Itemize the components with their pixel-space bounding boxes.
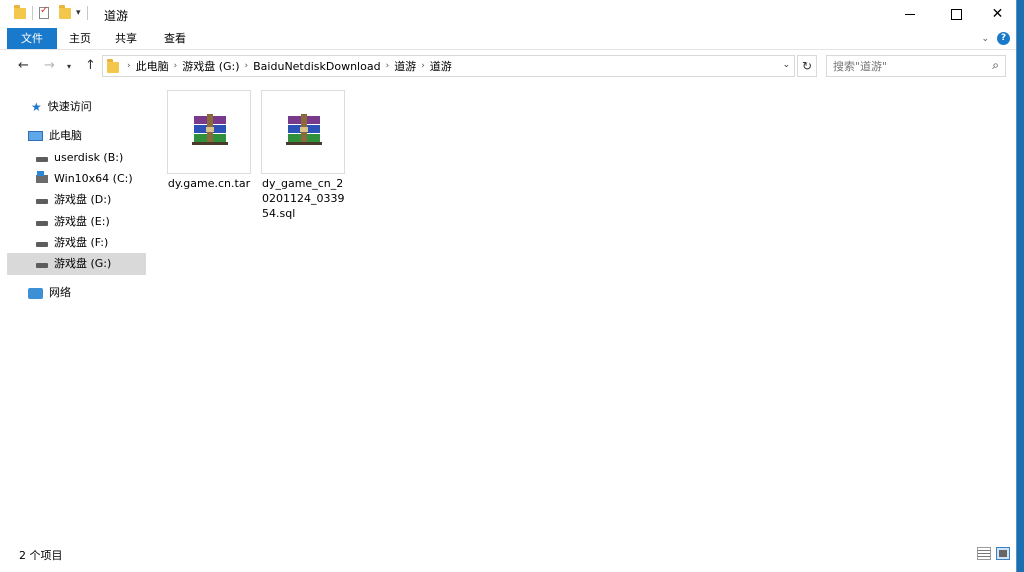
- drive-icon: [36, 220, 48, 226]
- minimize-icon: [905, 13, 915, 15]
- breadcrumb-this-pc[interactable]: 此电脑: [136, 58, 169, 74]
- ribbon-right-controls: ⌄ ?: [981, 32, 1010, 45]
- customize-toolbar-dropdown-icon[interactable]: ▾: [76, 8, 81, 18]
- file-name: dy.game.cn.tar: [167, 177, 251, 190]
- tab-file[interactable]: 文件: [7, 28, 57, 49]
- forward-arrow-icon[interactable]: →: [44, 58, 55, 73]
- search-icon[interactable]: ⌕: [992, 58, 999, 73]
- nav-item-label: 此电脑: [49, 129, 82, 142]
- title-bar: ▾ 道游 ✕: [0, 0, 1016, 28]
- breadcrumb-separator-icon[interactable]: ›: [174, 61, 178, 71]
- tab-share[interactable]: 共享: [108, 28, 144, 49]
- minimize-button[interactable]: [887, 0, 933, 28]
- up-arrow-icon[interactable]: ↑: [85, 58, 96, 73]
- toolbar-divider: [86, 6, 88, 20]
- navigation-pane: ★ 快速访问 此电脑 userdisk (B:) Win10x64 (C:) 游…: [7, 88, 147, 543]
- breadcrumb-separator-icon[interactable]: ›: [421, 61, 425, 71]
- details-view-button[interactable]: [977, 547, 991, 560]
- computer-icon: [28, 131, 43, 141]
- help-icon[interactable]: ?: [997, 32, 1010, 45]
- maximize-icon: [950, 8, 962, 20]
- file-item[interactable]: dy_game_cn_20201124_033954.sql: [260, 90, 346, 221]
- drive-icon: [36, 262, 48, 268]
- search-box[interactable]: ⌕: [826, 55, 1006, 77]
- nav-item-network[interactable]: 网络: [7, 282, 167, 304]
- quick-access-toolbar: ▾: [14, 4, 90, 20]
- winrar-archive-icon: [192, 114, 228, 145]
- nav-item-label: 游戏盘 (F:): [54, 236, 109, 249]
- file-item[interactable]: dy.game.cn.tar: [166, 90, 252, 191]
- close-button[interactable]: ✕: [979, 0, 1016, 28]
- nav-item-drive-g[interactable]: 游戏盘 (G:): [7, 253, 146, 275]
- breadcrumb-separator-icon[interactable]: ›: [245, 61, 249, 71]
- nav-item-drive-c[interactable]: Win10x64 (C:): [7, 168, 175, 190]
- star-icon: ★: [31, 100, 42, 114]
- nav-item-label: Win10x64 (C:): [54, 172, 133, 185]
- breadcrumb-baidunetdiskdownload[interactable]: BaiduNetdiskDownload: [253, 60, 380, 73]
- address-history-dropdown-icon[interactable]: ⌄: [782, 60, 790, 70]
- item-count: 2 个项目: [19, 549, 63, 562]
- drive-icon: [36, 198, 48, 204]
- drive-icon: [36, 241, 48, 247]
- breadcrumb-daoyou[interactable]: 道游: [394, 58, 416, 74]
- windows-drive-icon: [36, 171, 48, 183]
- nav-item-drive-b[interactable]: userdisk (B:): [7, 147, 175, 169]
- search-input[interactable]: [833, 57, 983, 75]
- nav-item-label: 游戏盘 (G:): [54, 257, 112, 270]
- nav-item-label: 快速访问: [47, 100, 92, 113]
- maximize-button[interactable]: [933, 0, 979, 28]
- nav-item-label: userdisk (B:): [54, 151, 124, 164]
- nav-item-quick-access[interactable]: ★ 快速访问: [7, 96, 170, 118]
- breadcrumb-separator-icon[interactable]: ›: [127, 61, 131, 71]
- nav-item-label: 游戏盘 (E:): [54, 215, 110, 228]
- folder-icon: [14, 4, 26, 19]
- new-folder-icon[interactable]: [59, 4, 71, 19]
- file-thumbnail: [167, 90, 251, 174]
- ribbon-tabs: 文件 主页 共享 查看 ⌄ ?: [0, 28, 1016, 50]
- expand-ribbon-chevron-icon[interactable]: ⌄: [981, 34, 989, 44]
- toolbar-divider: [32, 6, 33, 20]
- back-arrow-icon[interactable]: ←: [18, 58, 29, 73]
- tab-home[interactable]: 主页: [62, 28, 98, 49]
- breadcrumb-separator-icon[interactable]: ›: [386, 61, 390, 71]
- address-folder-icon: [107, 58, 119, 73]
- recent-locations-dropdown-icon[interactable]: ▾: [67, 62, 71, 71]
- file-name: dy_game_cn_20201124_033954.sql: [262, 177, 345, 220]
- refresh-button[interactable]: ↻: [797, 55, 817, 77]
- breadcrumb-drive-g[interactable]: 游戏盘 (G:): [182, 58, 239, 74]
- file-thumbnail: [261, 90, 345, 174]
- properties-icon[interactable]: [39, 5, 49, 19]
- nav-item-this-pc[interactable]: 此电脑: [7, 125, 167, 147]
- nav-item-drive-f[interactable]: 游戏盘 (F:): [7, 232, 175, 254]
- nav-item-drive-d[interactable]: 游戏盘 (D:): [7, 189, 175, 211]
- tab-view[interactable]: 查看: [156, 28, 194, 49]
- window-title: 道游: [104, 9, 129, 23]
- status-bar: 2 个项目: [0, 543, 1016, 565]
- nav-item-drive-e[interactable]: 游戏盘 (E:): [7, 211, 175, 233]
- breadcrumb-daoyou-current[interactable]: 道游: [430, 58, 452, 74]
- nav-item-label: 游戏盘 (D:): [54, 193, 112, 206]
- winrar-archive-icon: [286, 114, 322, 145]
- explorer-window: ▾ 道游 ✕ 文件 主页 共享 查看 ⌄ ? ← → ▾ ↑ › 此电脑 › 游…: [0, 0, 1017, 572]
- navigation-bar: ← → ▾ ↑ › 此电脑 › 游戏盘 (G:) › BaiduNetdiskD…: [0, 52, 1016, 80]
- close-icon: ✕: [991, 6, 1004, 22]
- drive-icon: [36, 156, 48, 162]
- large-icons-view-button[interactable]: [996, 547, 1010, 560]
- network-icon: [28, 287, 43, 299]
- address-bar[interactable]: › 此电脑 › 游戏盘 (G:) › BaiduNetdiskDownload …: [102, 55, 795, 77]
- refresh-icon: ↻: [801, 59, 813, 73]
- nav-item-label: 网络: [49, 286, 71, 299]
